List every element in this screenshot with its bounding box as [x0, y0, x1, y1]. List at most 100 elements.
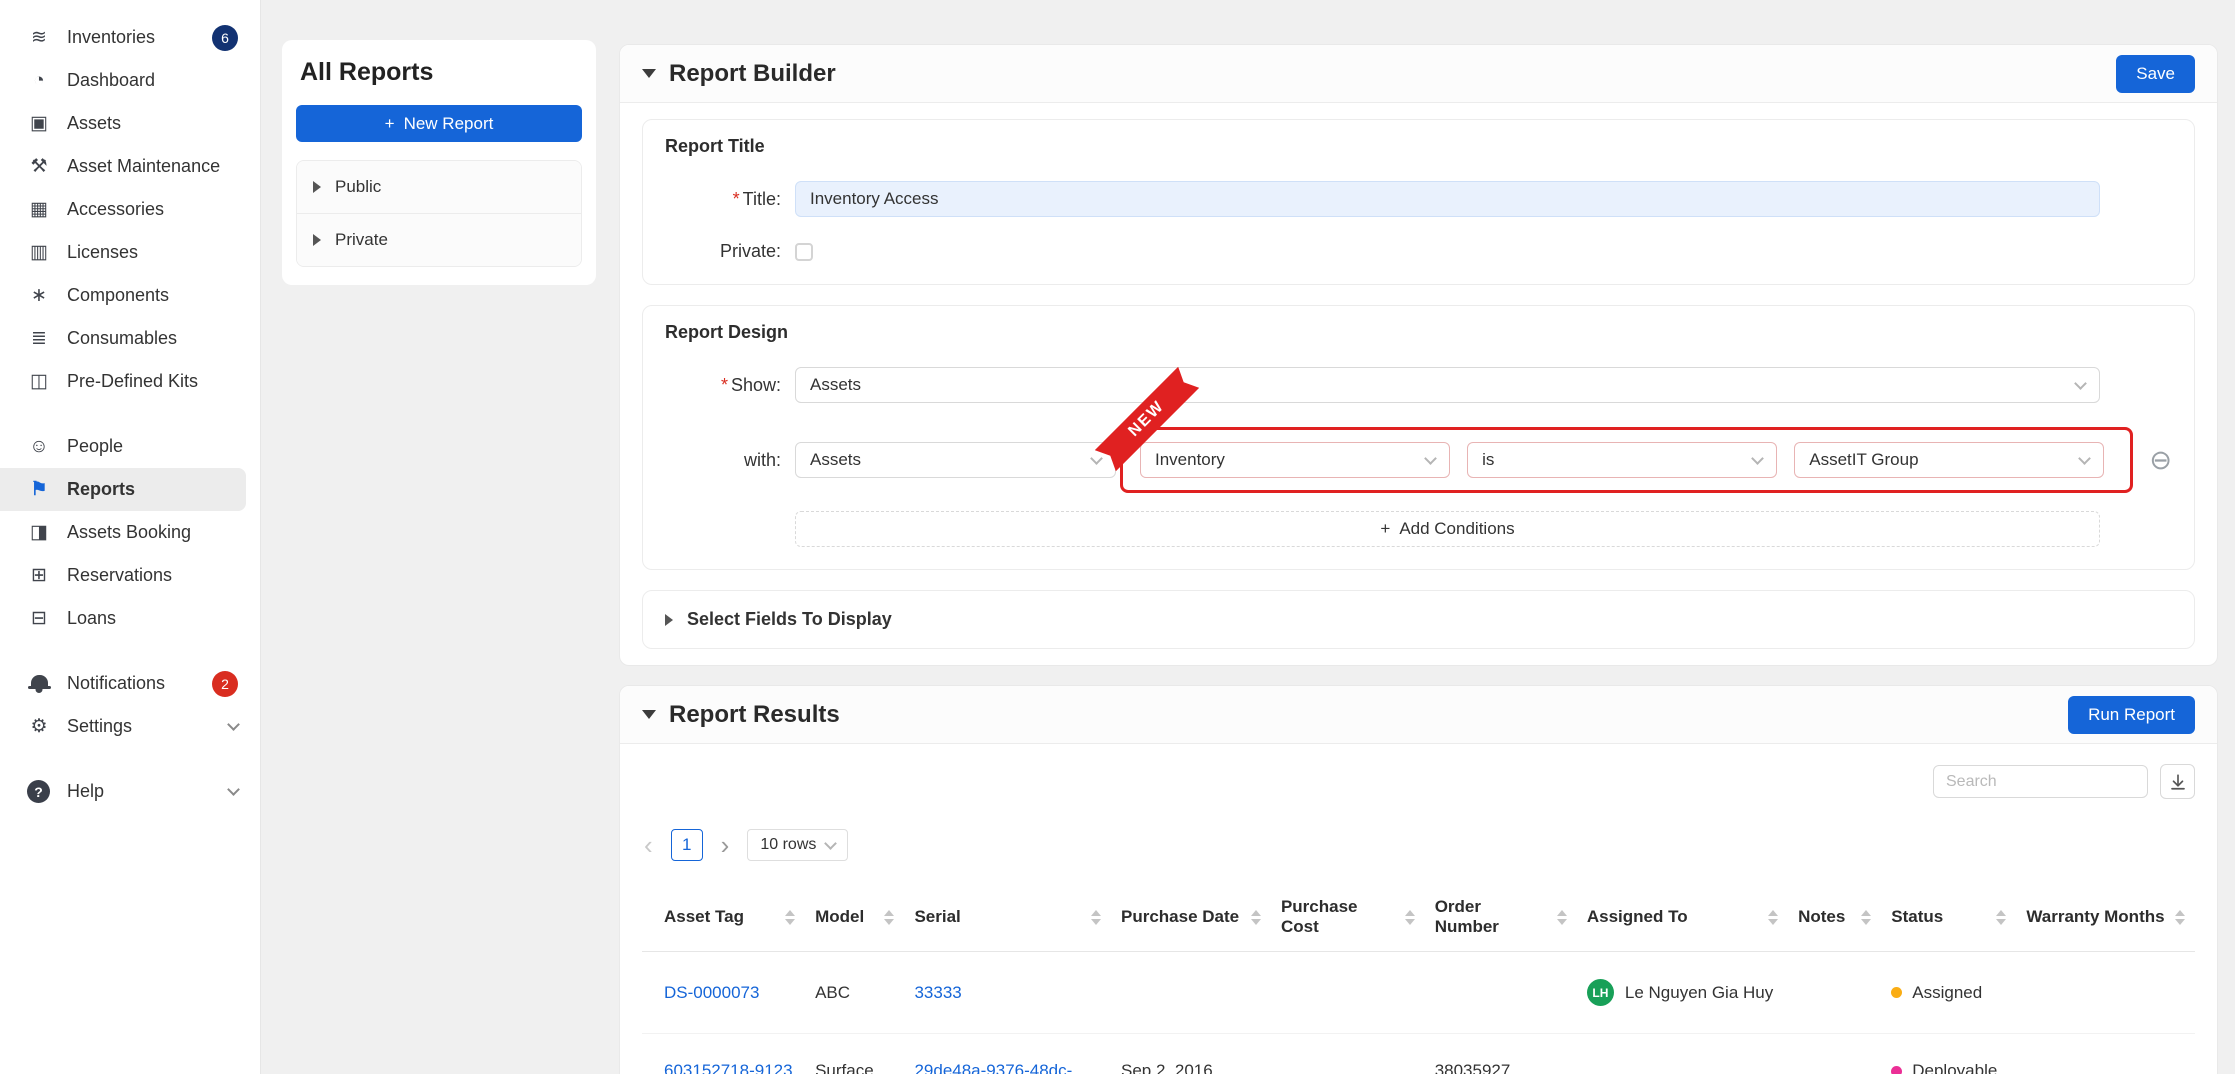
collapse-caret-icon[interactable]: [642, 710, 656, 719]
status-dot-icon: [1891, 987, 1902, 998]
sidebar-item-accessories[interactable]: ▦ Accessories: [0, 188, 260, 231]
add-conditions-label: Add Conditions: [1399, 519, 1514, 539]
run-report-button[interactable]: Run Report: [2068, 696, 2195, 734]
sidebar-item-licenses[interactable]: ▥ Licenses: [0, 231, 260, 274]
select-fields-section[interactable]: Select Fields To Display: [642, 590, 2195, 649]
save-button[interactable]: Save: [2116, 55, 2195, 93]
col-assigned-to: Assigned To: [1577, 883, 1788, 952]
assets-icon: ▣: [27, 112, 51, 135]
col-purchase-date: Purchase Date: [1111, 883, 1271, 952]
sidebar-item-loans[interactable]: ⊟ Loans: [0, 597, 260, 640]
model-cell: ABC: [805, 952, 904, 1034]
sidebar-item-notifications[interactable]: Notifications 2: [0, 662, 260, 705]
sidebar-item-label: Dashboard: [67, 70, 155, 91]
sidebar-item-label: Loans: [67, 608, 116, 629]
sidebar: ≋ Inventories 6 ◔ Dashboard ▣ Assets ⚒ A…: [0, 0, 261, 1074]
asset-maintenance-icon: ⚒: [27, 155, 51, 178]
inventories-icon: ≋: [27, 26, 51, 49]
sidebar-item-asset-maintenance[interactable]: ⚒ Asset Maintenance: [0, 145, 260, 188]
with-row: with: Assets NEW Inventory: [665, 427, 2172, 493]
condition-highlight-group: NEW Inventory is AssetIT Group: [1120, 427, 2133, 493]
sort-icon[interactable]: [1996, 910, 2006, 925]
sidebar-item-pre-defined-kits[interactable]: ◫ Pre-Defined Kits: [0, 360, 260, 403]
sort-icon[interactable]: [1405, 910, 1415, 925]
app-root: ≋ Inventories 6 ◔ Dashboard ▣ Assets ⚒ A…: [0, 0, 2235, 1074]
serial-link[interactable]: 29de48a-9376-48dc-...: [914, 1061, 1086, 1074]
assigned-to-name: Le Nguyen Gia Huy: [1625, 983, 1773, 1003]
page-number-button[interactable]: 1: [671, 829, 703, 861]
sidebar-item-label: Reservations: [67, 565, 172, 586]
required-mark: *: [733, 189, 740, 209]
sort-icon[interactable]: [1251, 910, 1261, 925]
asset-tag-link[interactable]: DS-0000073: [664, 983, 759, 1002]
private-checkbox[interactable]: [795, 243, 813, 261]
sidebar-item-reports[interactable]: ⚑ Reports: [0, 468, 246, 511]
sidebar-item-label: Components: [67, 285, 169, 306]
sidebar-item-consumables[interactable]: ≣ Consumables: [0, 317, 260, 360]
private-label: Private:: [665, 241, 795, 262]
sort-icon[interactable]: [1768, 910, 1778, 925]
sort-icon[interactable]: [2175, 910, 2185, 925]
add-conditions-button[interactable]: + Add Conditions: [795, 511, 2100, 547]
sidebar-item-help[interactable]: ? Help: [0, 770, 260, 813]
people-icon: ☺: [27, 436, 51, 458]
sort-icon[interactable]: [785, 910, 795, 925]
show-label: *Show:: [665, 375, 795, 396]
sidebar-item-settings[interactable]: ⚙ Settings: [0, 705, 260, 748]
report-title-heading: Report Title: [665, 136, 2172, 157]
with-entity-select[interactable]: Assets: [795, 442, 1116, 478]
all-reports-title: All Reports: [296, 58, 582, 87]
sidebar-item-label: Notifications: [67, 673, 165, 694]
sort-icon[interactable]: [1557, 910, 1567, 925]
order-number-cell: 38035927: [1425, 1034, 1577, 1074]
new-report-button[interactable]: + New Report: [296, 105, 582, 142]
notifications-count-badge: 2: [212, 671, 238, 697]
notes-cell: [1788, 952, 1881, 1034]
with-label: with:: [665, 450, 795, 471]
condition-value-select[interactable]: AssetIT Group: [1794, 442, 2104, 478]
chevron-down-icon: [825, 837, 838, 850]
caret-right-icon: [313, 181, 321, 193]
group-row-private[interactable]: Private: [297, 213, 581, 266]
report-builder-title: Report Builder: [669, 60, 836, 88]
with-entity-value: Assets: [810, 450, 861, 470]
sort-icon[interactable]: [1091, 910, 1101, 925]
warranty-months-cell: [2016, 952, 2195, 1034]
condition-field-select[interactable]: Inventory: [1140, 442, 1450, 478]
serial-link[interactable]: 33333: [914, 983, 961, 1002]
table-header-row: Asset Tag Model Serial Purchase Date Pur…: [642, 883, 2195, 952]
prev-page-button[interactable]: ‹: [644, 832, 653, 858]
avatar: LH: [1587, 979, 1614, 1006]
purchase-date-cell: [1111, 952, 1271, 1034]
sidebar-item-assets[interactable]: ▣ Assets: [0, 102, 260, 145]
rows-per-page-select[interactable]: 10 rows: [747, 829, 848, 861]
group-label: Public: [335, 177, 381, 197]
model-cell: Surface: [805, 1034, 904, 1074]
accessories-icon: ▦: [27, 198, 51, 221]
download-icon: [2169, 773, 2187, 791]
download-button[interactable]: [2160, 764, 2195, 799]
sidebar-item-components[interactable]: ∗ Components: [0, 274, 260, 317]
sidebar-item-label: Licenses: [67, 242, 138, 263]
sidebar-item-reservations[interactable]: ⊞ Reservations: [0, 554, 260, 597]
collapse-caret-icon[interactable]: [642, 69, 656, 78]
next-page-button[interactable]: ›: [721, 832, 730, 858]
condition-operator-select[interactable]: is: [1467, 442, 1777, 478]
report-builder-panel: Report Builder Save Report Title *Title:…: [619, 44, 2218, 666]
rows-per-page-value: 10 rows: [760, 836, 816, 854]
show-select[interactable]: Assets: [795, 367, 2100, 403]
asset-tag-link[interactable]: 603152718-9123: [664, 1061, 793, 1074]
sidebar-item-people[interactable]: ☺ People: [0, 425, 260, 468]
sidebar-item-assets-booking[interactable]: ◨ Assets Booking: [0, 511, 260, 554]
title-input[interactable]: [795, 181, 2100, 217]
sidebar-item-dashboard[interactable]: ◔ Dashboard: [0, 59, 260, 102]
report-design-heading: Report Design: [665, 322, 2172, 343]
sort-icon[interactable]: [1861, 910, 1871, 925]
sort-icon[interactable]: [884, 910, 894, 925]
select-fields-label: Select Fields To Display: [687, 609, 892, 630]
sidebar-item-inventories[interactable]: ≋ Inventories 6: [0, 16, 260, 59]
group-row-public[interactable]: Public: [297, 161, 581, 213]
sidebar-item-label: Assets Booking: [67, 522, 191, 543]
search-input[interactable]: [1933, 765, 2148, 798]
remove-condition-icon[interactable]: ⊖: [2149, 447, 2172, 474]
